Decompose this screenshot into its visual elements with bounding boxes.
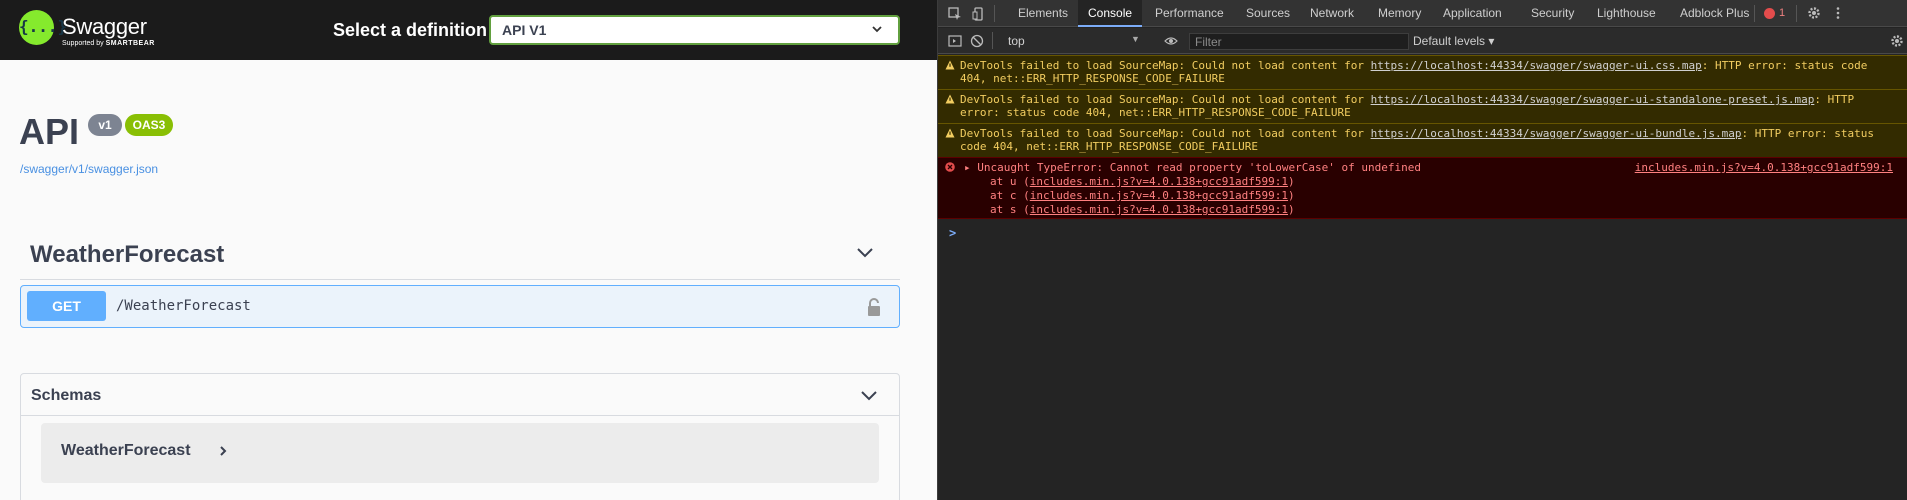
lock-icon[interactable]: [866, 297, 882, 317]
tagline-prefix: Supported by: [62, 40, 104, 47]
console-filter-input[interactable]: Filter: [1189, 33, 1409, 50]
api-title: API: [19, 111, 80, 152]
sourcemap-url-link[interactable]: https://localhost:44334/swagger/swagger-…: [1371, 59, 1702, 72]
warning-icon: [945, 94, 955, 104]
swagger-logo-icon[interactable]: {...}: [19, 10, 68, 45]
clear-console-icon[interactable]: [970, 34, 984, 48]
toolbar-separator: [994, 5, 995, 22]
console-prompt[interactable]: >: [949, 226, 956, 240]
spec-json-link[interactable]: /swagger/v1/swagger.json: [20, 162, 158, 176]
filter-placeholder: Filter: [1195, 35, 1222, 49]
warning-text: DevTools failed to load SourceMap: Could…: [960, 127, 1371, 140]
sourcemap-url-link[interactable]: https://localhost:44334/swagger/swagger-…: [1371, 93, 1815, 106]
sourcemap-url-link[interactable]: https://localhost:44334/swagger/swagger-…: [1371, 127, 1742, 140]
tab-security[interactable]: Security: [1531, 0, 1574, 27]
chevron-down-icon[interactable]: [859, 386, 879, 406]
console-settings-icon[interactable]: [1890, 34, 1904, 48]
swagger-ui-pane: {...} Swagger Supported by SMARTBEAR Sel…: [0, 0, 937, 500]
error-text: Uncaught TypeError: Cannot read property…: [977, 161, 1421, 174]
brand-tagline: Supported by SMARTBEAR: [62, 40, 155, 47]
stack-frame: at s (includes.min.js?v=4.0.138+gcc91adf…: [990, 203, 1295, 216]
toolbar-separator: [1754, 5, 1755, 22]
definition-label: Select a definition: [333, 20, 488, 40]
http-method-badge: GET: [27, 291, 106, 321]
swagger-topbar: {...} Swagger Supported by SMARTBEAR Sel…: [0, 0, 937, 60]
devtools-tabbar: Elements Console Performance Sources Net…: [938, 0, 1907, 27]
console-warning-row[interactable]: DevTools failed to load SourceMap: Could…: [938, 55, 1907, 89]
tab-performance[interactable]: Performance: [1155, 0, 1224, 27]
frame-prefix: at u (: [990, 175, 1030, 188]
show-sidebar-icon[interactable]: [948, 34, 962, 48]
brand-name[interactable]: Swagger: [62, 14, 147, 40]
toolbar-separator: [1796, 5, 1797, 22]
error-icon: [945, 162, 955, 172]
gear-icon[interactable]: [1807, 6, 1821, 20]
chevron-right-icon[interactable]: [216, 443, 230, 459]
schemas-header[interactable]: Schemas: [21, 374, 899, 416]
frame-suffix: ): [1288, 203, 1295, 216]
tab-memory[interactable]: Memory: [1378, 0, 1421, 27]
operation-path: /WeatherForecast: [116, 298, 251, 314]
inspect-element-icon[interactable]: [948, 7, 962, 21]
warning-text: DevTools failed to load SourceMap: Could…: [960, 59, 1371, 72]
chevron-down-icon[interactable]: [855, 243, 875, 263]
tab-lighthouse[interactable]: Lighthouse: [1597, 0, 1656, 27]
tab-console[interactable]: Console: [1078, 0, 1143, 27]
frame-suffix: ): [1288, 175, 1295, 188]
error-count-icon[interactable]: [1764, 8, 1775, 19]
stack-frame: at c (includes.min.js?v=4.0.138+gcc91adf…: [990, 189, 1295, 202]
frame-suffix: ): [1288, 189, 1295, 202]
device-toolbar-icon[interactable]: [972, 7, 986, 21]
error-count[interactable]: 1: [1779, 7, 1785, 19]
console-error-row[interactable]: ▸ Uncaught TypeError: Cannot read proper…: [938, 157, 1907, 219]
frame-prefix: at s (: [990, 203, 1030, 216]
context-dropdown-icon[interactable]: ▼: [1131, 34, 1140, 44]
chevron-down-icon: [872, 26, 882, 33]
schemas-title: Schemas: [31, 387, 102, 404]
console-toolbar: top ▼ Filter Default levels ▾: [938, 28, 1907, 54]
expand-triangle-icon[interactable]: ▸: [964, 161, 971, 174]
frame-link[interactable]: includes.min.js?v=4.0.138+gcc91adf599:1: [1030, 203, 1288, 216]
oas-badge: OAS3: [125, 114, 173, 136]
schema-model-name: WeatherForecast: [61, 442, 191, 459]
warning-icon: [945, 60, 955, 70]
tab-network[interactable]: Network: [1310, 0, 1354, 27]
warning-icon: [945, 128, 955, 138]
version-badge: v1: [88, 114, 122, 136]
tag-name: WeatherForecast: [30, 241, 225, 268]
log-levels-dropdown[interactable]: Default levels ▾: [1413, 34, 1494, 48]
toolbar-separator: [992, 32, 993, 49]
error-source-link[interactable]: includes.min.js?v=4.0.138+gcc91adf599:1: [1635, 161, 1893, 174]
definition-select[interactable]: API V1: [489, 15, 900, 45]
tab-application[interactable]: Application: [1443, 0, 1502, 27]
warning-text: DevTools failed to load SourceMap: Could…: [960, 93, 1371, 106]
tab-adblock-plus[interactable]: Adblock Plus: [1680, 0, 1749, 27]
tagline-brand: SMARTBEAR: [105, 40, 155, 47]
log-levels-label: Default levels: [1413, 34, 1486, 48]
console-warning-row[interactable]: DevTools failed to load SourceMap: Could…: [938, 123, 1907, 157]
tag-section-header[interactable]: WeatherForecast: [20, 226, 900, 280]
swagger-logo-glyph: {...}: [19, 17, 68, 36]
frame-prefix: at c (: [990, 189, 1030, 202]
definition-selected-value: API V1: [502, 22, 547, 38]
schemas-section: Schemas WeatherForecast: [20, 373, 900, 500]
operation-get-weatherforecast[interactable]: GET /WeatherForecast: [20, 285, 900, 328]
tab-elements[interactable]: Elements: [1018, 0, 1068, 27]
frame-link[interactable]: includes.min.js?v=4.0.138+gcc91adf599:1: [1030, 175, 1288, 188]
more-options-icon[interactable]: [1831, 6, 1845, 20]
console-warning-row[interactable]: DevTools failed to load SourceMap: Could…: [938, 89, 1907, 123]
schema-model-item[interactable]: WeatherForecast: [41, 423, 879, 483]
eye-icon[interactable]: [1164, 34, 1178, 48]
tab-sources[interactable]: Sources: [1246, 0, 1290, 27]
devtools-pane: Elements Console Performance Sources Net…: [938, 0, 1907, 500]
frame-link[interactable]: includes.min.js?v=4.0.138+gcc91adf599:1: [1030, 189, 1288, 202]
stack-frame: at u (includes.min.js?v=4.0.138+gcc91adf…: [990, 175, 1295, 188]
context-selector[interactable]: top: [1008, 34, 1025, 48]
